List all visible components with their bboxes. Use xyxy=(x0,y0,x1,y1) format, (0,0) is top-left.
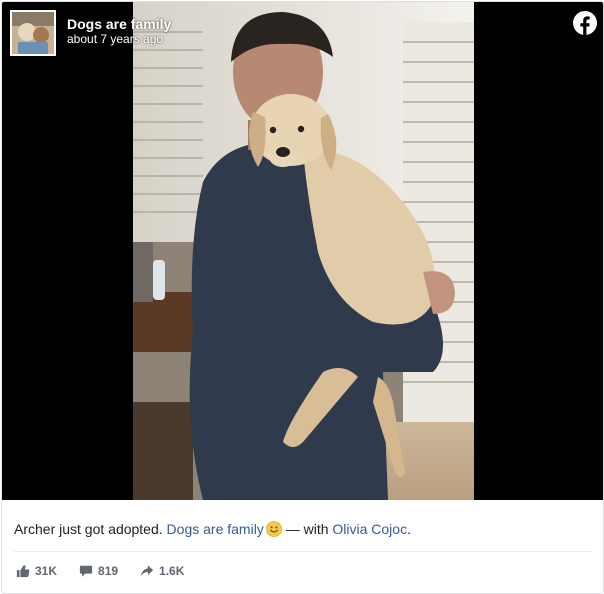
caption-suffix: . xyxy=(407,521,411,537)
post-media[interactable]: Dogs are family about 7 years ago xyxy=(2,2,603,500)
caption-text: Archer just got adopted. xyxy=(14,521,167,537)
photo-illustration xyxy=(133,2,474,500)
post-timestamp[interactable]: about 7 years ago xyxy=(67,32,171,47)
tagged-person-link[interactable]: Olivia Cojoc xyxy=(332,521,407,537)
likes-count: 31K xyxy=(35,564,58,578)
avatar-image xyxy=(12,12,54,54)
with-text: — with xyxy=(281,521,333,537)
facebook-icon[interactable] xyxy=(573,11,597,35)
comments-count: 819 xyxy=(98,564,119,578)
embedded-post-card: Dogs are family about 7 years ago Archer… xyxy=(1,1,604,594)
post-photo[interactable] xyxy=(133,2,474,500)
page-avatar[interactable] xyxy=(10,10,56,56)
comments-stat[interactable]: 819 xyxy=(79,564,118,578)
shares-count: 1.6K xyxy=(159,564,185,578)
shares-stat[interactable]: 1.6K xyxy=(140,564,184,578)
post-header: Dogs are family about 7 years ago xyxy=(10,10,171,56)
page-meta: Dogs are family about 7 years ago xyxy=(67,16,171,47)
smiley-emoji-icon xyxy=(265,521,282,537)
page-link[interactable]: Dogs are family xyxy=(167,521,264,537)
comment-icon xyxy=(79,565,93,577)
thumbs-up-icon xyxy=(16,565,30,578)
share-arrow-icon xyxy=(140,565,154,577)
page-name[interactable]: Dogs are family xyxy=(67,16,171,32)
caption-divider xyxy=(14,551,591,552)
engagement-stats: 31K 819 1.6K xyxy=(16,562,206,580)
likes-stat[interactable]: 31K xyxy=(16,564,57,578)
post-caption: Archer just got adopted. Dogs are family… xyxy=(14,520,594,538)
